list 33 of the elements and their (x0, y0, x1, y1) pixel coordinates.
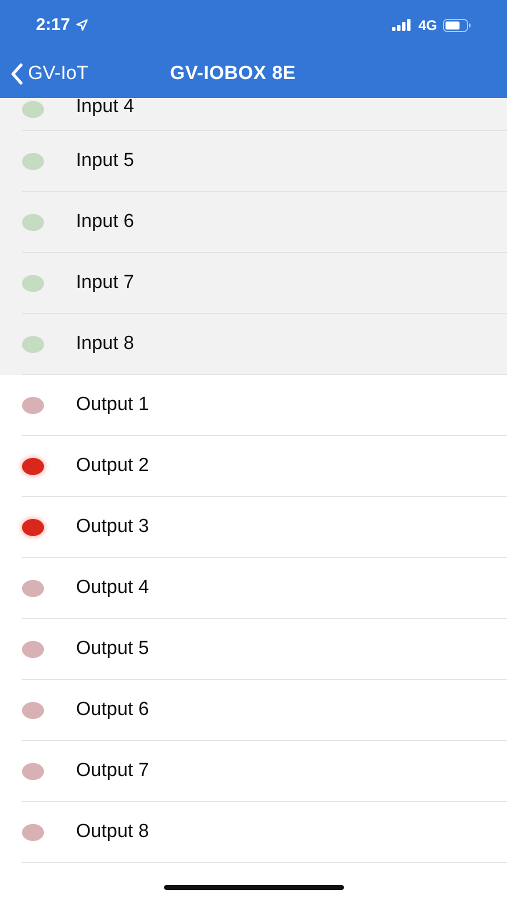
row-label: Output 1 (76, 394, 149, 416)
row-label: Input 8 (76, 333, 134, 355)
list-row[interactable]: Output 5 (22, 619, 507, 680)
list-row[interactable]: Output 3 (22, 497, 507, 558)
row-label: Output 7 (76, 760, 149, 782)
network-type: 4G (418, 17, 437, 33)
signal-icon (392, 19, 412, 31)
list-row[interactable]: Input 5 (22, 131, 507, 192)
row-label: Output 2 (76, 455, 149, 477)
row-label: Input 4 (76, 96, 134, 118)
row-label: Output 8 (76, 821, 149, 843)
list-row[interactable]: Output 8 (22, 802, 507, 863)
row-label: Output 6 (76, 699, 149, 721)
location-arrow-icon (76, 19, 88, 31)
list-row[interactable]: Input 7 (22, 253, 507, 314)
back-chevron-icon[interactable] (10, 63, 24, 85)
list-row[interactable]: Output 6 (22, 680, 507, 741)
list-row[interactable]: Input 4 (22, 98, 507, 131)
list-row[interactable]: Output 1 (22, 375, 507, 436)
row-label: Output 4 (76, 577, 149, 599)
screen-title: GV-IOBOX 8E (170, 63, 296, 85)
row-label: Output 3 (76, 516, 149, 538)
back-button[interactable]: GV-IoT (10, 63, 170, 85)
list-row[interactable]: Output 7 (22, 741, 507, 802)
row-label: Input 6 (76, 211, 134, 233)
row-label: Output 5 (76, 638, 149, 660)
battery-icon (443, 18, 471, 32)
status-time: 2:17 (36, 15, 70, 35)
row-label: Input 7 (76, 272, 134, 294)
list-row[interactable]: Output 2 (22, 436, 507, 497)
row-label: Input 5 (76, 150, 134, 172)
list-row[interactable]: Output 4 (22, 558, 507, 619)
list-row[interactable]: Input 6 (22, 192, 507, 253)
